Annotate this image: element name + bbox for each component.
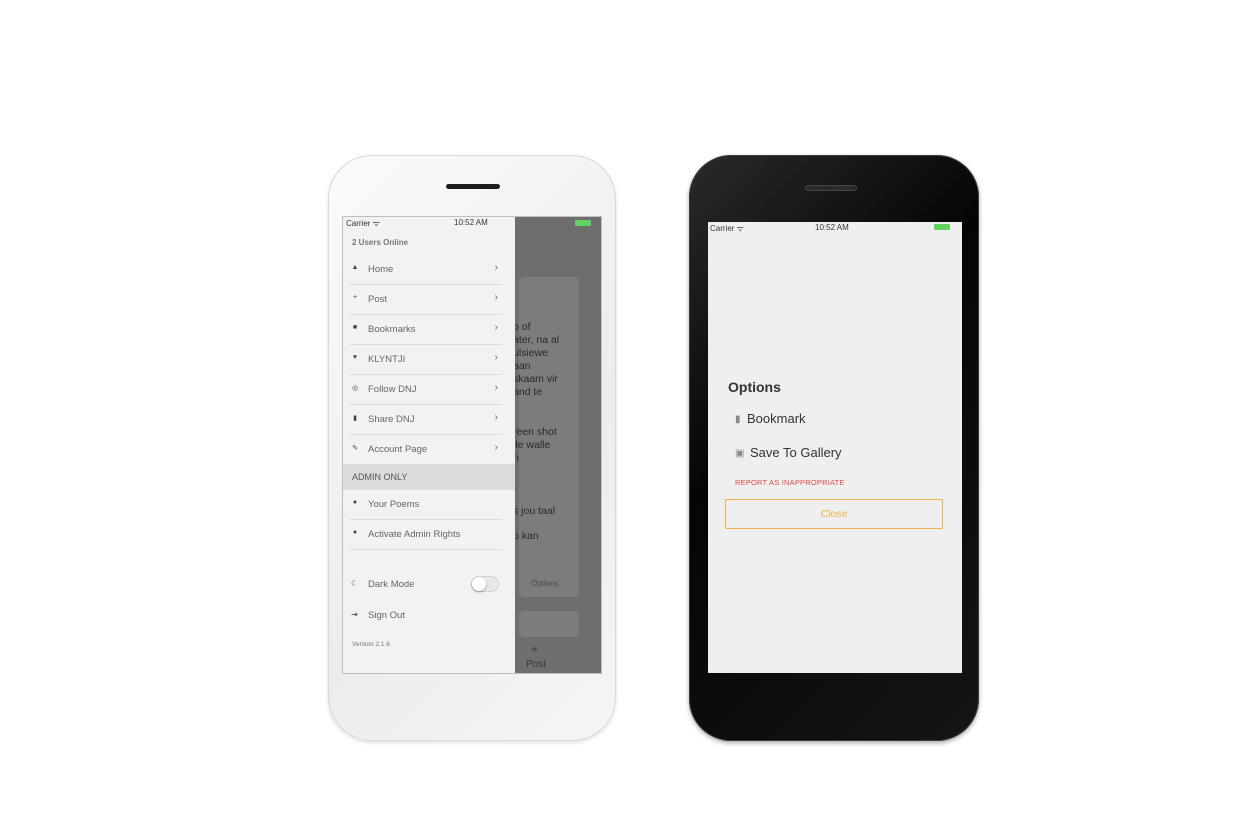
- battery-icon: [934, 224, 950, 230]
- toggle-knob: [472, 577, 486, 591]
- home-icon: ▲: [351, 264, 359, 271]
- dark-mode-row: ☾ Dark Mode: [350, 575, 502, 599]
- menu-item-label: Share DNJ: [368, 414, 415, 425]
- menu-item-activate-admin-rights[interactable]: ● Activate Admin Rights: [350, 520, 502, 550]
- status-time: 10:52 AM: [454, 218, 488, 227]
- chevron-right-icon: ›: [494, 352, 498, 363]
- chevron-right-icon: ›: [494, 262, 498, 273]
- menu-item-label: KLYNTJI: [368, 354, 406, 365]
- chevron-right-icon: ›: [494, 382, 498, 393]
- moon-icon: ☾: [351, 579, 359, 588]
- bookmark-icon: ▮: [735, 414, 741, 425]
- feed-text-line: s jou taal: [513, 505, 556, 517]
- carrier-label: Carrier ᯤ: [710, 224, 744, 233]
- close-button[interactable]: Close: [725, 499, 943, 529]
- menu-item-label: Your Poems: [368, 499, 420, 510]
- menu-item-share-dnj[interactable]: ▮ Share DNJ ›: [350, 405, 502, 435]
- tab-post-label[interactable]: Post: [526, 659, 546, 670]
- battery-icon: [575, 220, 591, 226]
- menu-item-label: Home: [368, 264, 394, 275]
- feed-text-line: o kan: [513, 530, 539, 542]
- brush-icon: ✎: [352, 445, 358, 452]
- book-icon: ■: [352, 324, 358, 331]
- user-icon: ●: [352, 529, 358, 536]
- plus-icon: +: [352, 294, 358, 301]
- options-title: Options: [728, 379, 781, 395]
- phone-white: o of ater, na al ulsiewe aan skaam vir a…: [328, 155, 616, 741]
- admin-only-header: ADMIN ONLY: [343, 464, 515, 490]
- sign-out-label: Sign Out: [368, 610, 405, 621]
- menu-item-account-page[interactable]: ✎ Account Page ›: [350, 435, 502, 465]
- phone-black: Carrier ᯤ 10:52 AM Options ▮ Bookmark ▣ Sa…: [689, 155, 979, 741]
- menu-item-label: Bookmarks: [368, 324, 416, 335]
- menu-item-bookmarks[interactable]: ■ Bookmarks ›: [350, 315, 502, 345]
- feed-options-link[interactable]: Options: [531, 579, 559, 588]
- screen-right: Carrier ᯤ 10:52 AM Options ▮ Bookmark ▣ Sa…: [708, 222, 962, 673]
- menu-item-label: Follow DNJ: [368, 384, 417, 395]
- earpiece-speaker: [446, 184, 500, 189]
- side-drawer: Carrier ᯤ 10:52 AM 2 Users Online ▲ Home…: [343, 217, 516, 673]
- dark-mode-toggle[interactable]: [471, 576, 499, 592]
- carrier-label: Carrier ᯤ: [346, 219, 380, 228]
- menu-item-follow-dnj[interactable]: ◎ Follow DNJ ›: [350, 375, 502, 405]
- share-icon: ▮: [353, 415, 357, 422]
- screen-left: o of ater, na al ulsiewe aan skaam vir a…: [342, 216, 602, 674]
- dark-mode-label: Dark Mode: [368, 579, 415, 590]
- heart-icon: ♥: [352, 354, 358, 361]
- menu-item-home[interactable]: ▲ Home ›: [350, 255, 502, 285]
- menu-item-label: Post: [368, 294, 388, 305]
- sign-out-item[interactable]: ⇥ Sign Out: [350, 607, 502, 627]
- chevron-right-icon: ›: [494, 412, 498, 423]
- chevron-right-icon: ›: [494, 292, 498, 303]
- menu-item-label: Activate Admin Rights: [368, 529, 461, 540]
- bookmark-label: Bookmark: [747, 411, 806, 426]
- bookmark-option[interactable]: ▮ Bookmark: [735, 411, 806, 426]
- version-label: Version 2.1.6: [352, 641, 390, 648]
- sign-out-icon: ⇥: [351, 610, 358, 619]
- menu-item-your-poems[interactable]: ● Your Poems: [350, 490, 502, 520]
- feed-card-next: [519, 611, 579, 637]
- image-icon: ▣: [735, 448, 745, 459]
- instagram-icon: ◎: [351, 385, 359, 392]
- earpiece-speaker: [805, 185, 857, 191]
- user-icon: ●: [352, 499, 358, 506]
- status-bar: Carrier ᯤ 10:52 AM: [346, 217, 516, 229]
- status-time: 10:52 AM: [815, 223, 849, 232]
- report-inappropriate-link[interactable]: REPORT AS INAPPROPRIATE: [735, 478, 845, 487]
- feed-text-block: reen shot lle walle n: [513, 426, 557, 464]
- save-to-gallery-label: Save To Gallery: [750, 445, 842, 460]
- stage: o of ater, na al ulsiewe aan skaam vir a…: [0, 0, 1250, 834]
- status-bar: Carrier ᯤ 10:52 AM: [708, 222, 962, 234]
- chevron-right-icon: ›: [494, 322, 498, 333]
- menu-item-label: Account Page: [368, 444, 428, 455]
- menu-item-post[interactable]: + Post ›: [350, 285, 502, 315]
- plus-icon[interactable]: +: [531, 642, 538, 656]
- menu-item-klyntji[interactable]: ♥ KLYNTJI ›: [350, 345, 502, 375]
- admin-only-label: ADMIN ONLY: [352, 472, 408, 482]
- chevron-right-icon: ›: [494, 442, 498, 453]
- users-online-label: 2 Users Online: [352, 238, 409, 247]
- save-to-gallery-option[interactable]: ▣ Save To Gallery: [735, 445, 842, 460]
- feed-text-block: o of ater, na al ulsiewe aan skaam vir a…: [513, 321, 560, 398]
